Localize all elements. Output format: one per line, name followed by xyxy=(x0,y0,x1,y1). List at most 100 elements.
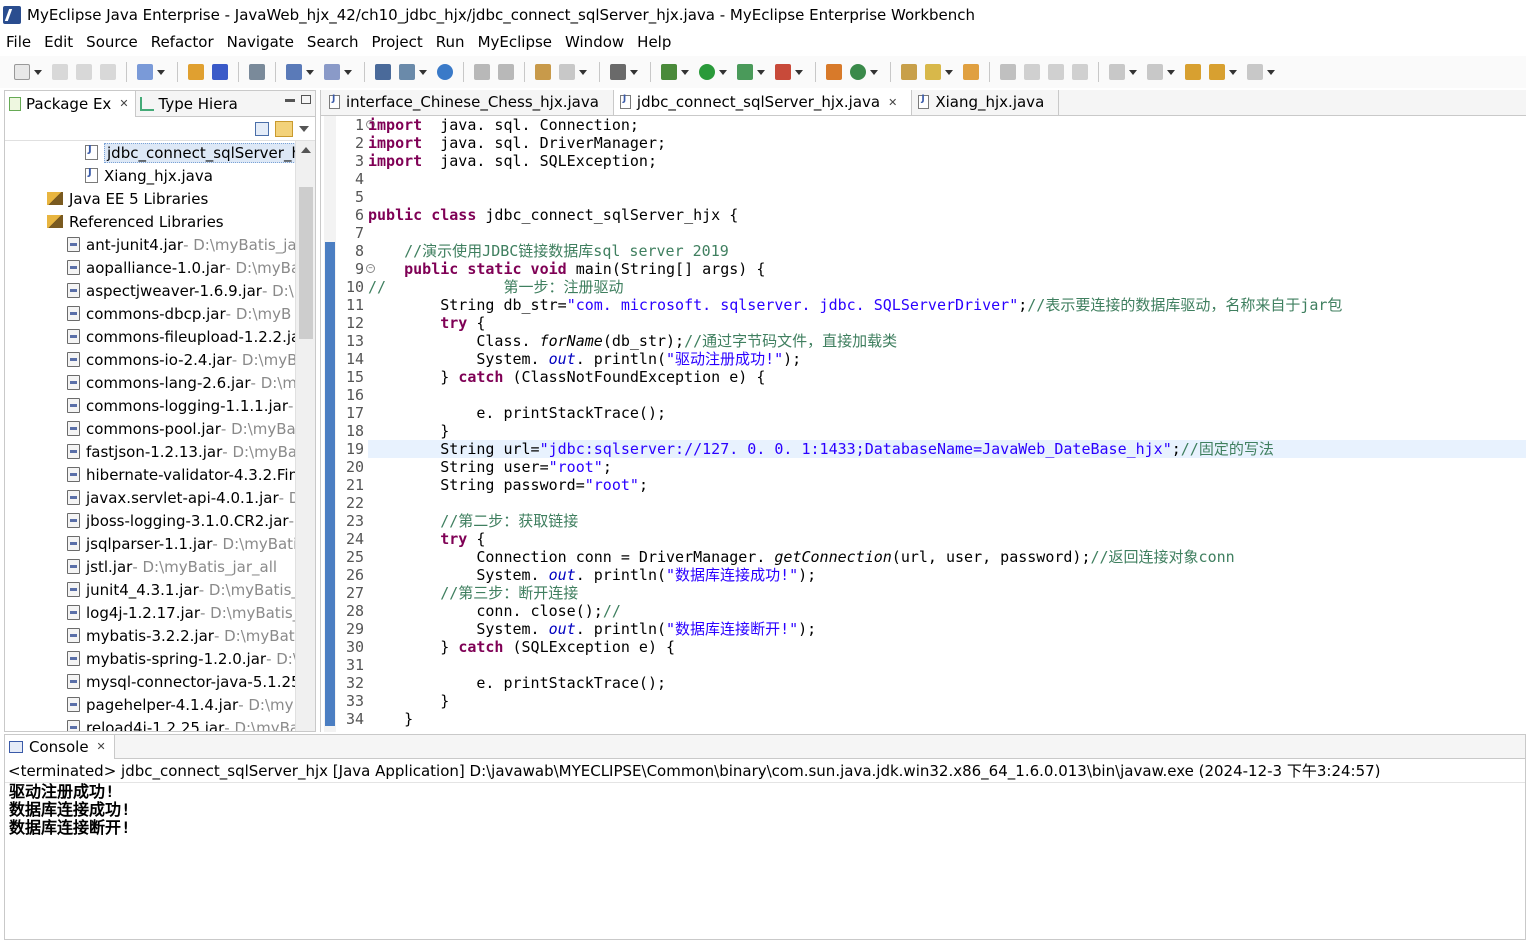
editor-tab[interactable]: jdbc_connect_sqlServer_hjx.java ✕ xyxy=(613,90,913,115)
editor-tab[interactable]: Xiang_hjx.java xyxy=(912,90,1060,115)
menu-search[interactable]: Search xyxy=(301,33,366,51)
code-line[interactable]: //第三步：断开连接 xyxy=(368,584,1526,602)
code-line[interactable] xyxy=(368,188,1526,206)
server-icon[interactable] xyxy=(286,64,302,80)
menu-file[interactable]: File xyxy=(0,33,38,51)
globe-icon[interactable] xyxy=(437,64,453,80)
code-line[interactable]: System. out. println("数据库连接断开!"); xyxy=(368,620,1526,638)
tree-item[interactable]: junit4_4.3.1.jar - D:\myBatis_j xyxy=(5,578,295,601)
code-line[interactable]: String db_str="com. microsoft. sqlserver… xyxy=(368,296,1526,314)
code-line[interactable]: System. out. println("数据库连接成功!"); xyxy=(368,566,1526,584)
code-line[interactable]: import java. sql. DriverManager; xyxy=(368,134,1526,152)
tree-item[interactable]: Java EE 5 Libraries xyxy=(5,187,295,210)
tree-item[interactable]: jsqlparser-1.1.jar - D:\myBati xyxy=(5,532,295,555)
tree-item[interactable]: mybatis-3.2.2.jar - D:\myBati: xyxy=(5,624,295,647)
close-icon[interactable]: ✕ xyxy=(888,96,897,109)
menu-source[interactable]: Source xyxy=(80,33,145,51)
tree-item[interactable]: mybatis-spring-1.2.0.jar - D:\ xyxy=(5,647,295,670)
code-line[interactable]: public class jdbc_connect_sqlServer_hjx … xyxy=(368,206,1526,224)
code-line[interactable] xyxy=(368,494,1526,512)
code-line[interactable]: //演示使用JDBC链接数据库sql server 2019 xyxy=(368,242,1526,260)
code-line[interactable]: conn. close();// xyxy=(368,602,1526,620)
code-line[interactable]: } catch (ClassNotFoundException e) { xyxy=(368,368,1526,386)
scrollbar-thumb[interactable] xyxy=(299,187,313,339)
code-line[interactable] xyxy=(368,656,1526,674)
tree-item[interactable]: pagehelper-4.1.4.jar - D:\my xyxy=(5,693,295,716)
code-line[interactable]: e. printStackTrace(); xyxy=(368,404,1526,422)
menu-refactor[interactable]: Refactor xyxy=(145,33,221,51)
new-java-dropdown-icon[interactable] xyxy=(870,69,878,75)
run-dropdown-icon[interactable] xyxy=(719,69,727,75)
code-line[interactable]: String user="root"; xyxy=(368,458,1526,476)
tree-item[interactable]: jboss-logging-3.1.0.CR2.jar - xyxy=(5,509,295,532)
code-line[interactable]: } catch (SQLException e) { xyxy=(368,638,1526,656)
report-icon[interactable] xyxy=(399,64,415,80)
external-tools-dropdown-icon[interactable] xyxy=(795,69,803,75)
tree-item[interactable]: commons-dbcp.jar - D:\myB xyxy=(5,302,295,325)
code-line[interactable]: e. printStackTrace(); xyxy=(368,674,1526,692)
tree-item[interactable]: fastjson-1.2.13.jar - D:\myBat xyxy=(5,440,295,463)
minimize-icon[interactable] xyxy=(285,99,295,102)
tree-item[interactable]: commons-lang-2.6.jar - D:\m xyxy=(5,371,295,394)
tab-type-hierarchy[interactable]: Type Hiera xyxy=(136,91,244,117)
code-line[interactable]: } xyxy=(368,422,1526,440)
run-icon[interactable] xyxy=(699,64,715,80)
code-line[interactable]: // 第一步：注册驱动 xyxy=(368,278,1526,296)
edit-icon[interactable] xyxy=(474,64,490,80)
code-line[interactable]: String url="jdbc:sqlserver://127. 0. 0. … xyxy=(368,440,1526,458)
open-type-icon[interactable] xyxy=(188,64,204,80)
new-project-icon[interactable] xyxy=(137,64,153,80)
code-line[interactable]: Class. forName(db_str);//通过字节码文件，直接加载类 xyxy=(368,332,1526,350)
tab-console[interactable]: Console ✕ xyxy=(5,734,115,759)
collapse-all-icon[interactable] xyxy=(255,121,269,136)
menu-myeclipse[interactable]: MyEclipse xyxy=(472,33,559,51)
new-dropdown-icon[interactable] xyxy=(34,69,42,75)
forward-icon[interactable] xyxy=(1247,64,1263,80)
code-line[interactable] xyxy=(368,170,1526,188)
prev-annotation-icon[interactable] xyxy=(1147,64,1163,80)
tree-item[interactable]: commons-fileupload-1.2.2.ja xyxy=(5,325,295,348)
tree-item[interactable]: Xiang_hjx.java xyxy=(5,164,295,187)
annotation-icon[interactable] xyxy=(1000,64,1016,80)
link-with-editor-icon[interactable] xyxy=(275,120,293,137)
tree-item[interactable]: mysql-connector-java-5.1.25 xyxy=(5,670,295,693)
tree-item[interactable]: commons-io-2.4.jar - D:\myB xyxy=(5,348,295,371)
back-icon[interactable] xyxy=(1209,64,1225,80)
tree-item[interactable]: log4j-1.2.17.jar - D:\myBatis_ xyxy=(5,601,295,624)
code-line[interactable]: import java. sql. Connection; xyxy=(368,116,1526,134)
code-line[interactable]: System. out. println("驱动注册成功!"); xyxy=(368,350,1526,368)
terminal-dropdown-icon[interactable] xyxy=(630,69,638,75)
menu-project[interactable]: Project xyxy=(365,33,429,51)
run-server-dropdown-icon[interactable] xyxy=(344,69,352,75)
coverage-dropdown-icon[interactable] xyxy=(757,69,765,75)
debug-icon[interactable] xyxy=(661,64,677,80)
coverage-icon[interactable] xyxy=(737,64,753,80)
settings-icon[interactable] xyxy=(559,64,575,80)
code-area[interactable]: import java. sql. Connection; import java… xyxy=(368,116,1526,732)
search-icon[interactable] xyxy=(925,64,941,80)
open-task-icon[interactable] xyxy=(963,64,979,80)
tree-item[interactable]: aopalliance-1.0.jar - D:\myBa xyxy=(5,256,295,279)
prev-annotation-dropdown-icon[interactable] xyxy=(1167,69,1175,75)
code-line[interactable]: } xyxy=(368,710,1526,728)
close-icon[interactable]: ✕ xyxy=(97,740,106,753)
code-line[interactable]: public static void main(String[] args) { xyxy=(368,260,1526,278)
tree-item[interactable]: commons-logging-1.1.1.jar - xyxy=(5,394,295,417)
code-line[interactable]: try { xyxy=(368,314,1526,332)
menu-help[interactable]: Help xyxy=(631,33,678,51)
tree-item[interactable]: hibernate-validator-4.3.2.Fin xyxy=(5,463,295,486)
tree-item[interactable]: reload4j-1.2.25.jar - D:\myBa xyxy=(5,716,295,731)
editor-tab[interactable]: interface_Chinese_Chess_hjx.java xyxy=(323,90,614,115)
highlight-icon[interactable] xyxy=(1024,64,1040,80)
menu-window[interactable]: Window xyxy=(559,33,631,51)
save-all-icon[interactable] xyxy=(76,64,92,80)
code-line[interactable] xyxy=(368,386,1526,404)
save-icon[interactable] xyxy=(52,64,68,80)
new-project-dropdown-icon[interactable] xyxy=(157,69,165,75)
debug-dropdown-icon[interactable] xyxy=(681,69,689,75)
console-output[interactable]: 驱动注册成功! 数据库连接成功! 数据库连接断开! xyxy=(5,783,1525,837)
code-line[interactable]: Connection conn = DriverManager. getConn… xyxy=(368,548,1526,566)
menu-run[interactable]: Run xyxy=(430,33,472,51)
menu-edit[interactable]: Edit xyxy=(38,33,80,51)
run-server-icon[interactable] xyxy=(324,64,340,80)
